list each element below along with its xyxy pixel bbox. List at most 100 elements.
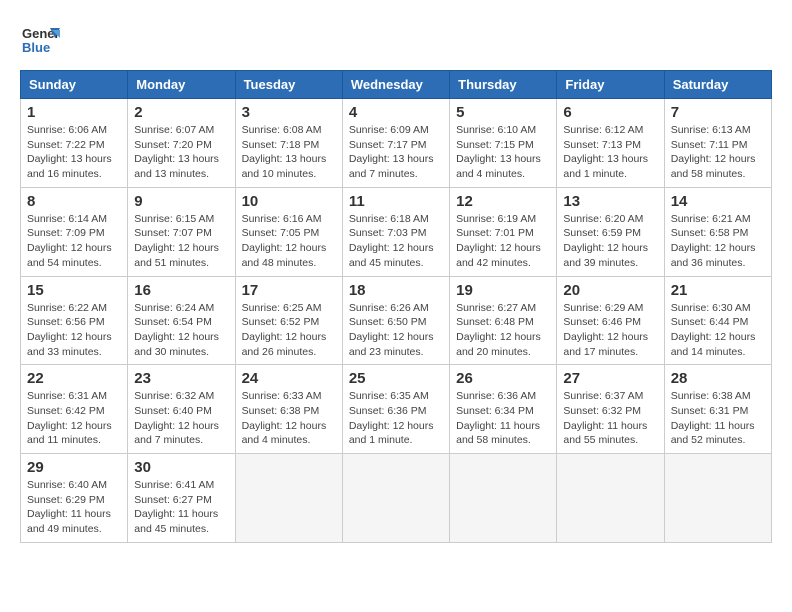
- day-number: 12: [456, 193, 550, 210]
- weekday-header: Thursday: [450, 71, 557, 99]
- calendar-day-cell: 11Sunrise: 6:18 AM Sunset: 7:03 PM Dayli…: [342, 187, 449, 276]
- calendar-day-cell: 8Sunrise: 6:14 AM Sunset: 7:09 PM Daylig…: [21, 187, 128, 276]
- svg-text:Blue: Blue: [22, 40, 50, 55]
- calendar-week-row: 15 Sunrise: 6:22 AM Sunset: 6:56 PM Dayli…: [21, 276, 772, 365]
- day-number: 10: [242, 193, 336, 210]
- day-number: 9: [134, 193, 228, 210]
- day-info: Sunrise: 6:22 AM Sunset: 6:56 PM Dayligh…: [27, 301, 121, 360]
- day-number: 16: [134, 282, 228, 299]
- calendar-day-cell: 20 Sunrise: 6:29 AM Sunset: 6:46 PM Dayli…: [557, 276, 664, 365]
- calendar-day-cell: 15 Sunrise: 6:22 AM Sunset: 6:56 PM Dayli…: [21, 276, 128, 365]
- day-number: 29: [27, 459, 121, 476]
- day-number: 15: [27, 282, 121, 299]
- day-info: Sunrise: 6:13 AM Sunset: 7:11 PM Dayligh…: [671, 123, 765, 182]
- day-info: Sunrise: 6:09 AM Sunset: 7:17 PM Dayligh…: [349, 123, 443, 182]
- weekday-header: Sunday: [21, 71, 128, 99]
- day-info: Sunrise: 6:16 AM Sunset: 7:05 PM Dayligh…: [242, 212, 336, 271]
- day-info: Sunrise: 6:06 AM Sunset: 7:22 PM Dayligh…: [27, 123, 121, 182]
- calendar-day-cell: 25Sunrise: 6:35 AM Sunset: 6:36 PM Dayli…: [342, 365, 449, 454]
- calendar-day-cell: 14 Sunrise: 6:21 AM Sunset: 6:58 PM Dayli…: [664, 187, 771, 276]
- day-info: Sunrise: 6:31 AM Sunset: 6:42 PM Dayligh…: [27, 389, 121, 448]
- calendar-day-cell: 27Sunrise: 6:37 AM Sunset: 6:32 PM Dayli…: [557, 365, 664, 454]
- calendar-table: SundayMondayTuesdayWednesdayThursdayFrid…: [20, 70, 772, 543]
- day-info: Sunrise: 6:25 AM Sunset: 6:52 PM Dayligh…: [242, 301, 336, 360]
- calendar-day-cell: 3 Sunrise: 6:08 AM Sunset: 7:18 PM Daylig…: [235, 99, 342, 188]
- calendar-day-cell: 7Sunrise: 6:13 AM Sunset: 7:11 PM Daylig…: [664, 99, 771, 188]
- day-info: Sunrise: 6:12 AM Sunset: 7:13 PM Dayligh…: [563, 123, 657, 182]
- calendar-day-cell: 13 Sunrise: 6:20 AM Sunset: 6:59 PM Dayli…: [557, 187, 664, 276]
- calendar-day-cell: 4 Sunrise: 6:09 AM Sunset: 7:17 PM Daylig…: [342, 99, 449, 188]
- day-info: Sunrise: 6:15 AM Sunset: 7:07 PM Dayligh…: [134, 212, 228, 271]
- day-number: 14: [671, 193, 765, 210]
- page-header: General Blue: [20, 20, 772, 60]
- calendar-week-row: 1 Sunrise: 6:06 AM Sunset: 7:22 PM Daylig…: [21, 99, 772, 188]
- day-number: 30: [134, 459, 228, 476]
- day-info: Sunrise: 6:21 AM Sunset: 6:58 PM Dayligh…: [671, 212, 765, 271]
- calendar-day-cell: 5 Sunrise: 6:10 AM Sunset: 7:15 PM Daylig…: [450, 99, 557, 188]
- calendar-day-cell: 19 Sunrise: 6:27 AM Sunset: 6:48 PM Dayli…: [450, 276, 557, 365]
- day-info: Sunrise: 6:40 AM Sunset: 6:29 PM Dayligh…: [27, 478, 121, 537]
- day-info: Sunrise: 6:27 AM Sunset: 6:48 PM Dayligh…: [456, 301, 550, 360]
- day-number: 19: [456, 282, 550, 299]
- logo: General Blue: [20, 20, 60, 60]
- weekday-header-row: SundayMondayTuesdayWednesdayThursdayFrid…: [21, 71, 772, 99]
- calendar-day-cell: 16 Sunrise: 6:24 AM Sunset: 6:54 PM Dayli…: [128, 276, 235, 365]
- calendar-day-cell: [235, 454, 342, 543]
- day-info: Sunrise: 6:38 AM Sunset: 6:31 PM Dayligh…: [671, 389, 765, 448]
- day-number: 22: [27, 370, 121, 387]
- calendar-day-cell: 23Sunrise: 6:32 AM Sunset: 6:40 PM Dayli…: [128, 365, 235, 454]
- calendar-day-cell: 26Sunrise: 6:36 AM Sunset: 6:34 PM Dayli…: [450, 365, 557, 454]
- day-number: 28: [671, 370, 765, 387]
- calendar-day-cell: 24 Sunrise: 6:33 AM Sunset: 6:38 PM Dayli…: [235, 365, 342, 454]
- day-info: Sunrise: 6:30 AM Sunset: 6:44 PM Dayligh…: [671, 301, 765, 360]
- day-info: Sunrise: 6:24 AM Sunset: 6:54 PM Dayligh…: [134, 301, 228, 360]
- calendar-day-cell: 12 Sunrise: 6:19 AM Sunset: 7:01 PM Dayli…: [450, 187, 557, 276]
- calendar-day-cell: 18Sunrise: 6:26 AM Sunset: 6:50 PM Dayli…: [342, 276, 449, 365]
- day-info: Sunrise: 6:20 AM Sunset: 6:59 PM Dayligh…: [563, 212, 657, 271]
- day-number: 17: [242, 282, 336, 299]
- weekday-header: Monday: [128, 71, 235, 99]
- calendar-week-row: 8Sunrise: 6:14 AM Sunset: 7:09 PM Daylig…: [21, 187, 772, 276]
- calendar-day-cell: [450, 454, 557, 543]
- day-number: 11: [349, 193, 443, 210]
- day-info: Sunrise: 6:10 AM Sunset: 7:15 PM Dayligh…: [456, 123, 550, 182]
- calendar-day-cell: 6 Sunrise: 6:12 AM Sunset: 7:13 PM Daylig…: [557, 99, 664, 188]
- day-number: 27: [563, 370, 657, 387]
- calendar-day-cell: 28 Sunrise: 6:38 AM Sunset: 6:31 PM Dayli…: [664, 365, 771, 454]
- day-number: 4: [349, 104, 443, 121]
- day-number: 21: [671, 282, 765, 299]
- day-number: 13: [563, 193, 657, 210]
- day-info: Sunrise: 6:41 AM Sunset: 6:27 PM Dayligh…: [134, 478, 228, 537]
- day-number: 3: [242, 104, 336, 121]
- calendar-day-cell: 22 Sunrise: 6:31 AM Sunset: 6:42 PM Dayli…: [21, 365, 128, 454]
- calendar-day-cell: [557, 454, 664, 543]
- calendar-day-cell: 30 Sunrise: 6:41 AM Sunset: 6:27 PM Dayli…: [128, 454, 235, 543]
- day-info: Sunrise: 6:29 AM Sunset: 6:46 PM Dayligh…: [563, 301, 657, 360]
- day-info: Sunrise: 6:33 AM Sunset: 6:38 PM Dayligh…: [242, 389, 336, 448]
- calendar-week-row: 29 Sunrise: 6:40 AM Sunset: 6:29 PM Dayli…: [21, 454, 772, 543]
- calendar-day-cell: 9 Sunrise: 6:15 AM Sunset: 7:07 PM Daylig…: [128, 187, 235, 276]
- day-number: 24: [242, 370, 336, 387]
- weekday-header: Wednesday: [342, 71, 449, 99]
- calendar-day-cell: 21 Sunrise: 6:30 AM Sunset: 6:44 PM Dayli…: [664, 276, 771, 365]
- day-number: 6: [563, 104, 657, 121]
- day-info: Sunrise: 6:35 AM Sunset: 6:36 PM Dayligh…: [349, 389, 443, 448]
- calendar-day-cell: 10 Sunrise: 6:16 AM Sunset: 7:05 PM Dayli…: [235, 187, 342, 276]
- calendar-day-cell: 1 Sunrise: 6:06 AM Sunset: 7:22 PM Daylig…: [21, 99, 128, 188]
- day-info: Sunrise: 6:14 AM Sunset: 7:09 PM Dayligh…: [27, 212, 121, 271]
- day-number: 20: [563, 282, 657, 299]
- calendar-day-cell: 17 Sunrise: 6:25 AM Sunset: 6:52 PM Dayli…: [235, 276, 342, 365]
- day-info: Sunrise: 6:19 AM Sunset: 7:01 PM Dayligh…: [456, 212, 550, 271]
- logo-icon: General Blue: [20, 20, 60, 60]
- weekday-header: Friday: [557, 71, 664, 99]
- calendar-week-row: 22 Sunrise: 6:31 AM Sunset: 6:42 PM Dayli…: [21, 365, 772, 454]
- calendar-day-cell: 2Sunrise: 6:07 AM Sunset: 7:20 PM Daylig…: [128, 99, 235, 188]
- day-info: Sunrise: 6:07 AM Sunset: 7:20 PM Dayligh…: [134, 123, 228, 182]
- day-info: Sunrise: 6:32 AM Sunset: 6:40 PM Dayligh…: [134, 389, 228, 448]
- day-number: 1: [27, 104, 121, 121]
- day-info: Sunrise: 6:36 AM Sunset: 6:34 PM Dayligh…: [456, 389, 550, 448]
- day-info: Sunrise: 6:08 AM Sunset: 7:18 PM Dayligh…: [242, 123, 336, 182]
- calendar-day-cell: [342, 454, 449, 543]
- calendar-day-cell: [664, 454, 771, 543]
- day-number: 5: [456, 104, 550, 121]
